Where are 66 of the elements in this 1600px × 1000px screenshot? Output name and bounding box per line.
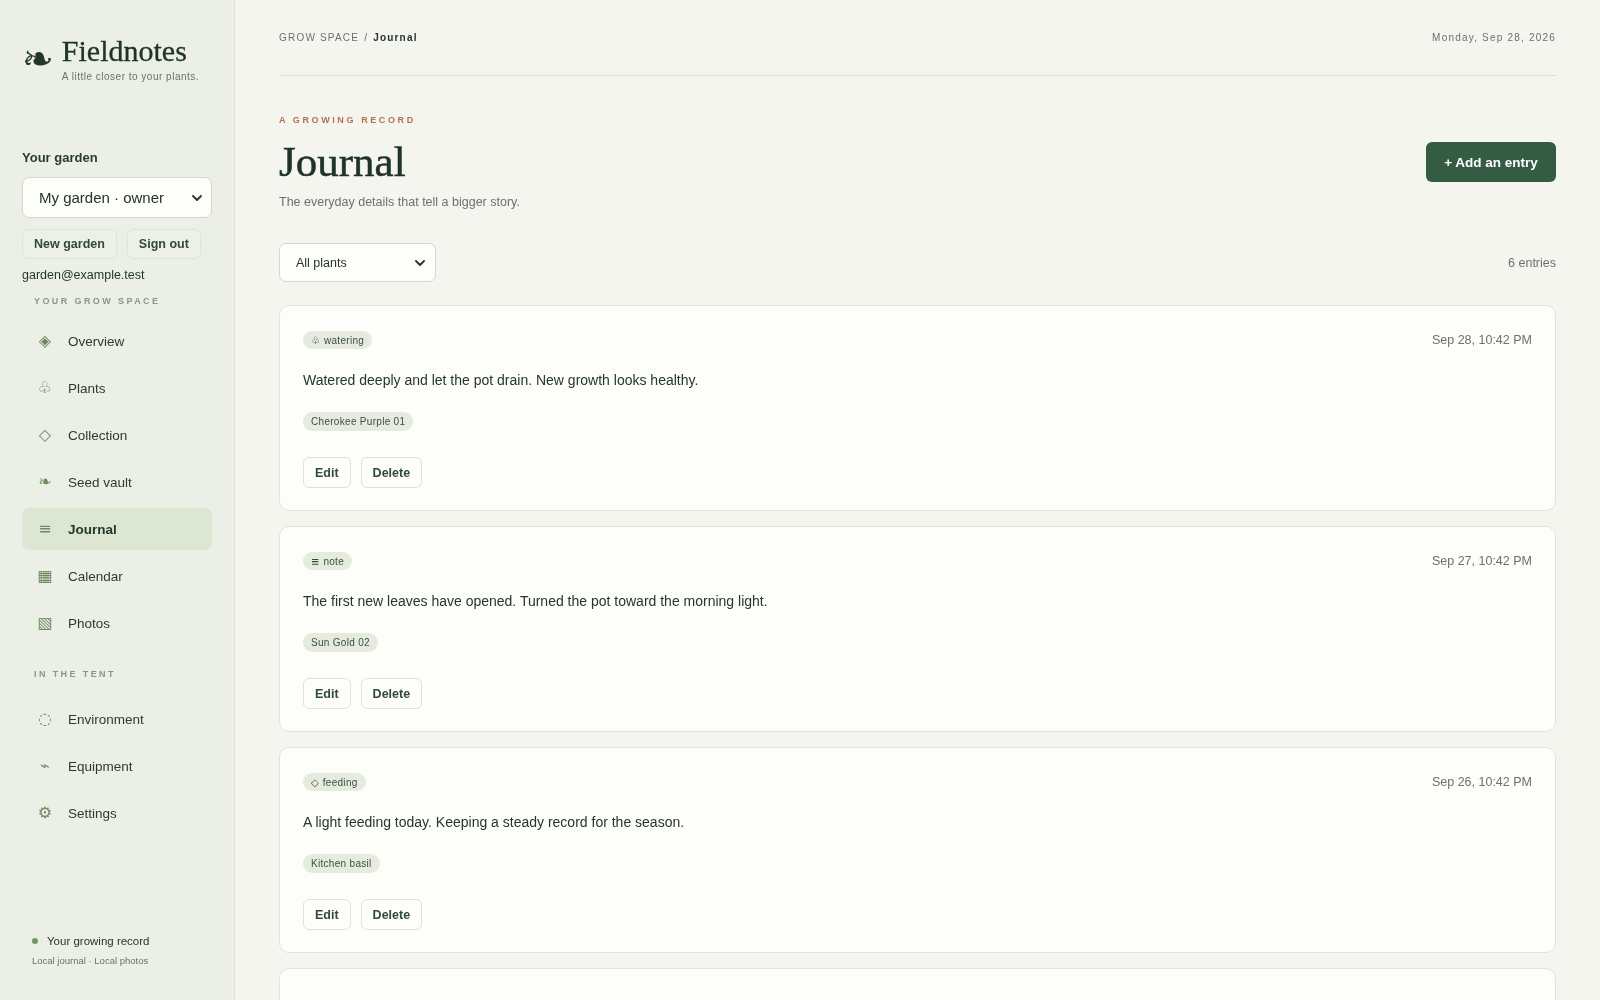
nav-item[interactable]: ⌁ Equipment: [22, 745, 212, 787]
lines-icon: ≡: [311, 555, 320, 567]
hatched-square-icon: ▧: [35, 614, 55, 632]
entry-text: The first new leaves have opened. Turned the pot toward the morning light.: [303, 592, 768, 611]
page-title: Journal: [279, 138, 406, 186]
plant-filter-select[interactable]: All plants: [279, 243, 436, 282]
page-subtitle: The everyday details that tell a bigger story.: [279, 194, 520, 210]
section-heading: YOUR GROW SPACE: [34, 296, 161, 307]
nav-item[interactable]: ⚙ Settings: [22, 792, 212, 834]
delete-button[interactable]: Delete: [360, 457, 423, 488]
field-label: Your garden: [22, 150, 98, 166]
breadcrumb-link[interactable]: GROW SPACE: [279, 32, 360, 43]
chevron-down-icon: [415, 259, 425, 266]
edit-button[interactable]: Edit: [303, 457, 351, 488]
footer-note: Local journal · Local photos: [32, 955, 149, 967]
nav-item[interactable]: ◈ Overview: [22, 320, 212, 362]
status-dot-icon: [32, 938, 38, 944]
nav-item[interactable]: ≡ Journal: [22, 508, 212, 550]
nav-item[interactable]: ▦ Calendar: [22, 555, 212, 597]
grid-icon: ▦: [35, 567, 55, 585]
leaf-icon: ❧: [35, 473, 55, 491]
entry-text: Watered deeply and let the pot drain. New growth looks healthy.: [303, 371, 699, 390]
entry-text: A light feeding today. Keeping a steady record for the season.: [303, 813, 685, 832]
footer-title: Your growing record: [47, 934, 150, 948]
club-icon: ♧: [311, 334, 320, 346]
tagline: A little closer to your plants.: [61, 71, 200, 83]
delete-button[interactable]: Delete: [360, 678, 423, 709]
breadcrumb-current: Journal: [373, 32, 418, 43]
chevron-down-icon: [192, 194, 202, 201]
tag-label: note: [323, 555, 345, 567]
section-heading: IN THE TENT: [34, 669, 116, 680]
dotted-circle-icon: ◌: [35, 710, 55, 728]
leaf-logo-icon: ❧: [22, 41, 54, 77]
edit-button[interactable]: Edit: [303, 678, 351, 709]
nav-item[interactable]: ❧ Seed vault: [22, 461, 212, 503]
diamond-outline-icon: ◇: [311, 776, 319, 788]
account-email: garden@example.test: [22, 268, 145, 283]
breadcrumb-separator: /: [364, 32, 369, 43]
plant-chip: Sun Gold 02: [303, 633, 378, 652]
garden-select[interactable]: My garden · owner: [22, 177, 212, 218]
tag-label: watering: [323, 334, 365, 346]
delete-button[interactable]: Delete: [360, 899, 423, 930]
nav-item[interactable]: ◇ Collection: [22, 414, 212, 456]
eyebrow-label: A GROWING RECORD: [279, 114, 416, 126]
diamond-outline-icon: ◇: [35, 426, 55, 444]
entry-date: Sep 27, 10:42 PM: [1431, 554, 1532, 568]
add-entry-button[interactable]: + Add an entry: [1426, 142, 1556, 182]
entry-date: Sep 26, 10:42 PM: [1431, 775, 1532, 789]
nav-item[interactable]: ▧ Photos: [22, 602, 212, 644]
current-date: Monday, Sep 28, 2026: [1432, 32, 1556, 43]
club-icon: ♧: [35, 379, 55, 397]
entry-date: Sep 28, 10:42 PM: [1431, 333, 1532, 347]
diamond-icon: ◈: [35, 332, 55, 350]
nav-item[interactable]: ♧ Plants: [22, 367, 212, 409]
plant-chip: Kitchen basil: [303, 854, 380, 873]
nav-item[interactable]: ◌ Environment: [22, 698, 212, 740]
app-name: Fieldnotes: [61, 35, 187, 67]
gear-icon: ⚙: [35, 804, 55, 822]
edit-button[interactable]: Edit: [303, 899, 351, 930]
zigzag-icon: ⌁: [35, 757, 55, 775]
new-garden-button[interactable]: New garden: [22, 229, 117, 259]
plant-chip: Cherokee Purple 01: [303, 412, 414, 431]
sign-out-button[interactable]: Sign out: [126, 229, 201, 259]
tag-label: feeding: [322, 776, 358, 788]
entry-count: 6 entries: [1508, 255, 1556, 270]
lines-icon: ≡: [35, 520, 55, 538]
